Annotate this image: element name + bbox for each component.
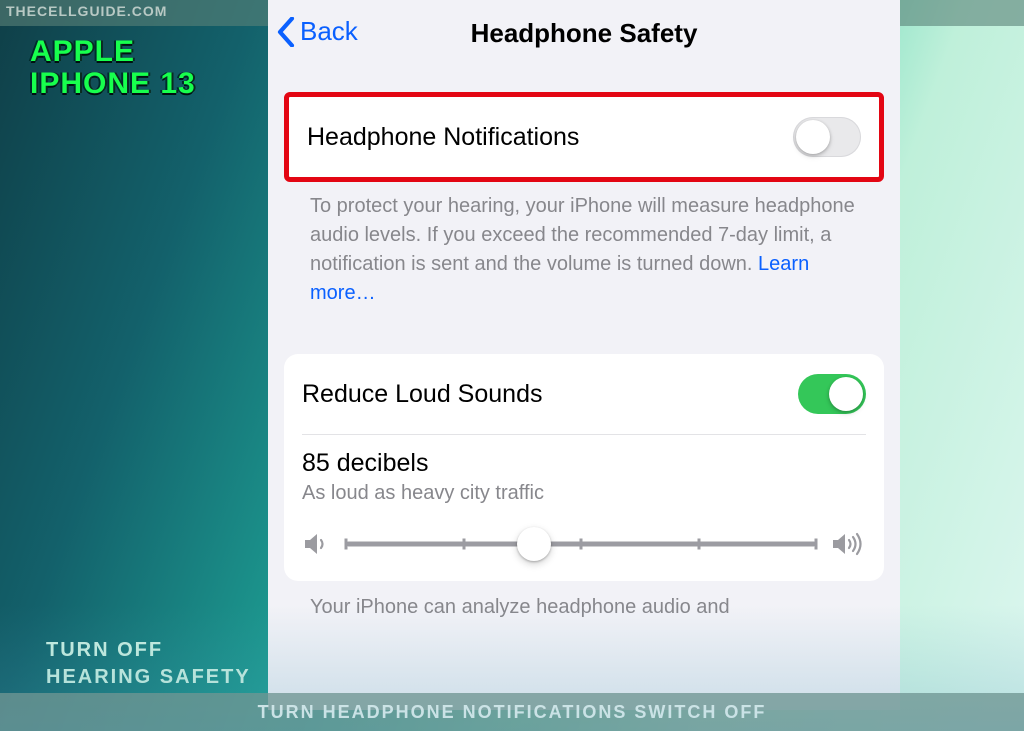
headphone-notifications-row: Headphone Notifications (289, 97, 879, 177)
device-title: APPLE IPHONE 13 (30, 36, 196, 99)
ios-settings-panel: Back Headphone Safety Headphone Notifica… (268, 0, 900, 710)
tutorial-slide: THECELLGUIDE.COM APPLE IPHONE 13 Back He… (0, 0, 1024, 731)
nav-bar: Back Headphone Safety (268, 0, 900, 64)
section-reduce-loud-sounds: Reduce Loud Sounds 85 decibels As loud a… (284, 354, 884, 622)
slider-tick (697, 539, 700, 550)
section-headphone-notifications: Headphone Notifications To protect your … (284, 92, 884, 308)
slider-tick (815, 539, 818, 550)
page-title: Headphone Safety (268, 18, 900, 49)
headphone-notifications-footer: To protect your hearing, your iPhone wil… (284, 182, 884, 308)
device-title-line2: IPHONE 13 (30, 68, 196, 100)
slide-subtitle-line2: HEARING SAFETY (46, 664, 251, 691)
slider-tick (580, 539, 583, 550)
slide-subtitle-line1: TURN OFF (46, 637, 251, 664)
decibel-value: 85 decibels (302, 449, 866, 478)
headphone-notifications-toggle[interactable] (793, 117, 861, 157)
device-title-line1: APPLE (30, 36, 196, 68)
volume-low-icon (302, 530, 332, 558)
slider-thumb[interactable] (517, 527, 551, 561)
headphone-notifications-label: Headphone Notifications (307, 123, 579, 152)
reduce-loud-sounds-row: Reduce Loud Sounds (284, 354, 884, 434)
slide-subtitle: TURN OFF HEARING SAFETY (46, 637, 251, 691)
slider-tick (462, 539, 465, 550)
decibel-description: As loud as heavy city traffic (302, 482, 866, 505)
site-brand: THECELLGUIDE.COM (6, 3, 167, 19)
reduce-loud-sounds-toggle[interactable] (798, 374, 866, 414)
toggle-knob (829, 377, 863, 411)
caption-bar: TURN HEADPHONE NOTIFICATIONS SWITCH OFF (0, 693, 1024, 731)
caption-text: TURN HEADPHONE NOTIFICATIONS SWITCH OFF (258, 702, 767, 723)
decibel-slider[interactable] (346, 529, 816, 559)
decibel-row: 85 decibels As loud as heavy city traffi… (284, 435, 884, 511)
toggle-knob (796, 120, 830, 154)
reduce-loud-sounds-footer: Your iPhone can analyze headphone audio … (284, 581, 884, 622)
reduce-loud-sounds-label: Reduce Loud Sounds (302, 380, 542, 409)
highlighted-row-card: Headphone Notifications (284, 92, 884, 182)
decibel-slider-row (284, 511, 884, 581)
volume-high-icon (830, 530, 866, 558)
slider-tick (345, 539, 348, 550)
reduce-loud-sounds-card: Reduce Loud Sounds 85 decibels As loud a… (284, 354, 884, 581)
